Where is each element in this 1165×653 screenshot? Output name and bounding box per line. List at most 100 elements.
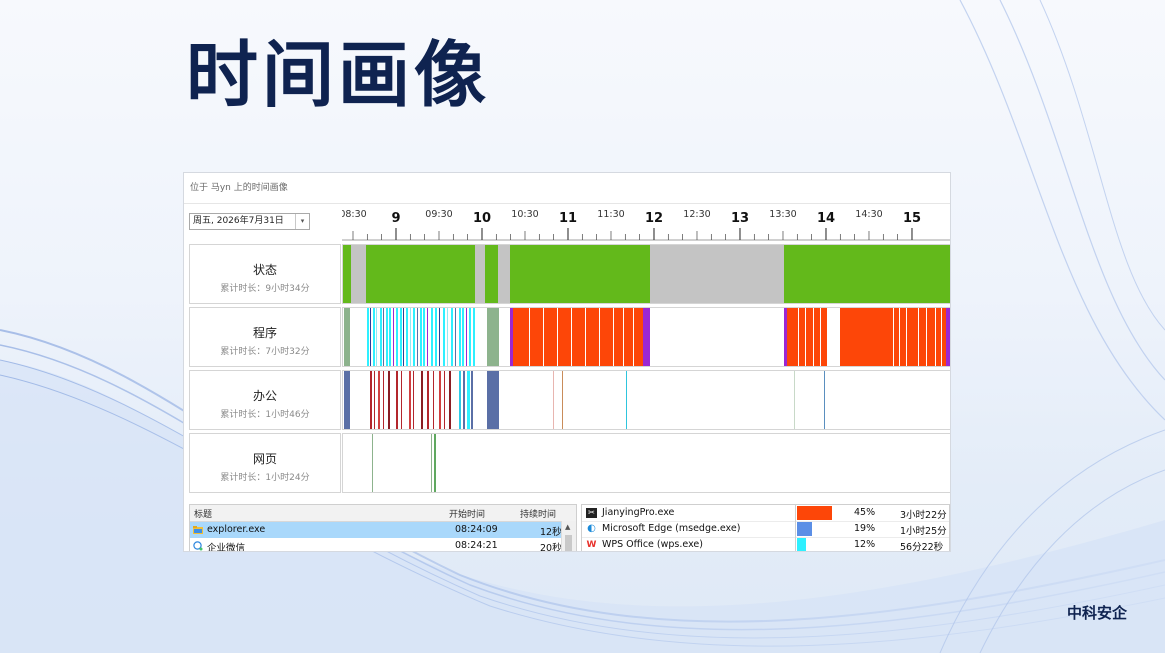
activity-segment[interactable] — [444, 371, 445, 430]
office-segment[interactable] — [459, 371, 461, 430]
activity-segment[interactable] — [396, 371, 398, 430]
activity-segment[interactable] — [459, 308, 461, 367]
office-segment[interactable] — [467, 371, 470, 430]
app-usage-row[interactable]: ✂ JianyingPro.exe 45% 3小时22分 — [582, 505, 949, 522]
activity-segment[interactable] — [376, 308, 377, 367]
office-track[interactable] — [342, 370, 950, 430]
activity-segment[interactable] — [571, 308, 572, 367]
activity-segment[interactable] — [899, 308, 900, 367]
status-active-segment[interactable] — [485, 245, 498, 304]
activity-segment[interactable] — [388, 371, 390, 430]
status-idle-segment[interactable] — [650, 245, 784, 304]
activity-segment[interactable] — [893, 308, 894, 367]
app-usage-row[interactable]: ◐ Microsoft Edge (msedge.exe) 19% 1小时25分 — [582, 521, 949, 538]
activity-segment[interactable] — [906, 308, 907, 367]
office-segment[interactable] — [463, 371, 465, 430]
activity-segment[interactable] — [400, 308, 402, 367]
activity-segment[interactable] — [935, 308, 936, 367]
program-segment[interactable] — [344, 308, 350, 367]
web-segment[interactable] — [431, 434, 432, 493]
web-segment[interactable] — [434, 434, 436, 493]
program-segment[interactable] — [784, 308, 787, 367]
activity-segment[interactable] — [427, 308, 428, 367]
activity-segment[interactable] — [926, 308, 927, 367]
activity-segment[interactable] — [599, 308, 600, 367]
activity-segment[interactable] — [380, 308, 382, 367]
activity-segment[interactable] — [367, 308, 369, 367]
program-segment[interactable] — [487, 308, 499, 367]
program-segment[interactable] — [840, 308, 951, 367]
activity-segment[interactable] — [383, 371, 384, 430]
activity-segment[interactable] — [396, 308, 398, 367]
status-active-segment[interactable] — [510, 245, 650, 304]
activity-segment[interactable] — [623, 308, 624, 367]
activity-segment[interactable] — [469, 308, 471, 367]
activity-segment[interactable] — [439, 308, 440, 367]
activity-segment[interactable] — [423, 308, 425, 367]
column-start-time[interactable]: 开始时间 — [449, 507, 485, 520]
activity-segment[interactable] — [403, 308, 404, 367]
program-segment[interactable] — [510, 308, 513, 367]
activity-segment[interactable] — [374, 371, 375, 430]
activity-segment[interactable] — [473, 308, 475, 367]
event-list-scrollbar[interactable]: ▲ — [561, 521, 576, 551]
column-duration[interactable]: 持续时间 — [520, 507, 556, 520]
activity-segment[interactable] — [451, 308, 453, 367]
activity-segment[interactable] — [585, 308, 586, 367]
activity-segment[interactable] — [421, 371, 423, 430]
activity-segment[interactable] — [386, 308, 388, 367]
activity-segment[interactable] — [383, 308, 384, 367]
scroll-thumb[interactable] — [565, 535, 572, 551]
activity-segment[interactable] — [413, 371, 414, 430]
date-picker[interactable]: 周五, 2026年7月31日 ▾ — [189, 213, 310, 230]
chevron-down-icon[interactable]: ▾ — [295, 214, 309, 229]
activity-segment[interactable] — [427, 371, 429, 430]
office-segment[interactable] — [553, 371, 554, 430]
activity-segment[interactable] — [417, 308, 418, 367]
activity-segment[interactable] — [941, 308, 942, 367]
activity-segment[interactable] — [529, 308, 530, 367]
app-usage-row[interactable]: W WPS Office (wps.exe) 12% 56分22秒 — [582, 537, 949, 551]
activity-segment[interactable] — [409, 371, 411, 430]
office-segment[interactable] — [794, 371, 795, 430]
programs-track[interactable] — [342, 307, 951, 367]
activity-segment[interactable] — [443, 308, 445, 367]
office-segment[interactable] — [824, 371, 825, 430]
web-track[interactable] — [342, 433, 950, 493]
activity-segment[interactable] — [393, 308, 394, 367]
activity-segment[interactable] — [420, 308, 422, 367]
scroll-up-icon[interactable]: ▲ — [565, 523, 570, 531]
activity-segment[interactable] — [401, 371, 402, 430]
activity-segment[interactable] — [433, 371, 434, 430]
activity-segment[interactable] — [613, 308, 614, 367]
time-ruler[interactable]: 08:30 09:30 10:30 11:30 12:30 13:30 14:3… — [342, 203, 951, 243]
status-active-segment[interactable] — [343, 245, 351, 304]
activity-segment[interactable] — [805, 308, 806, 367]
activity-segment[interactable] — [373, 308, 375, 367]
office-segment[interactable] — [487, 371, 499, 430]
status-idle-segment[interactable] — [498, 245, 510, 304]
activity-segment[interactable] — [918, 308, 919, 367]
table-row[interactable]: 企业微信 08:24:21 20秒 — [190, 538, 563, 551]
activity-segment[interactable] — [370, 308, 371, 367]
activity-segment[interactable] — [813, 308, 814, 367]
program-segment[interactable] — [643, 308, 650, 367]
activity-segment[interactable] — [447, 308, 448, 367]
activity-segment[interactable] — [798, 308, 799, 367]
activity-segment[interactable] — [413, 308, 415, 367]
activity-segment[interactable] — [557, 308, 558, 367]
office-segment[interactable] — [471, 371, 473, 430]
office-segment[interactable] — [626, 371, 627, 430]
web-segment[interactable] — [372, 434, 373, 493]
program-segment[interactable] — [946, 308, 950, 367]
activity-segment[interactable] — [378, 371, 380, 430]
office-segment[interactable] — [344, 371, 350, 430]
office-segment[interactable] — [562, 371, 563, 430]
office-maroon-segments[interactable] — [370, 371, 451, 430]
status-idle-segment[interactable] — [351, 245, 366, 304]
column-title[interactable]: 标题 — [194, 507, 212, 520]
activity-segment[interactable] — [410, 308, 411, 367]
program-segment[interactable] — [513, 308, 650, 367]
activity-segment[interactable] — [466, 308, 467, 367]
activity-segment[interactable] — [543, 308, 544, 367]
